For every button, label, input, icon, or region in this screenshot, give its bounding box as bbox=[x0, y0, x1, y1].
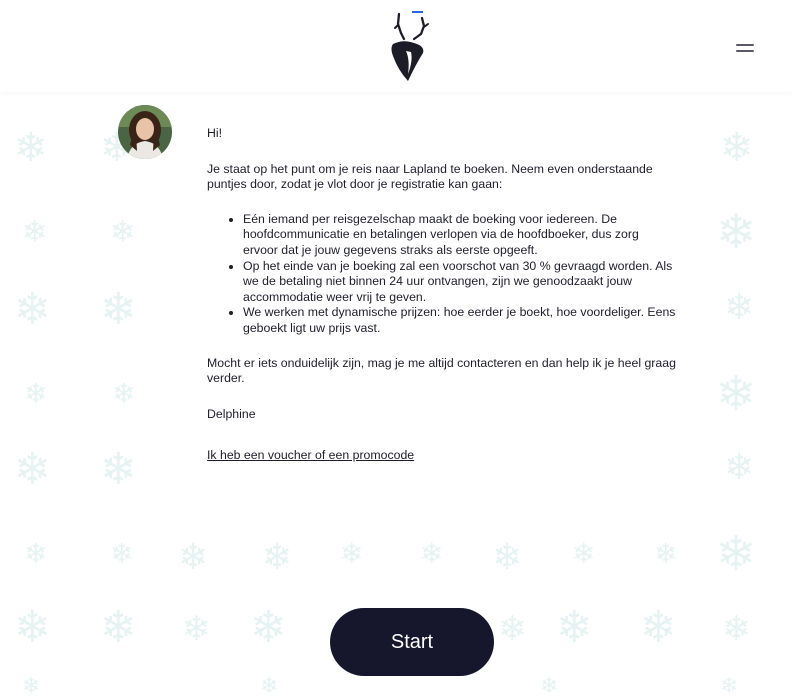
site-header bbox=[0, 0, 792, 92]
deer-logo-icon bbox=[391, 11, 429, 81]
deer-antler-logo[interactable] bbox=[382, 8, 430, 86]
voucher-promocode-link[interactable]: Ik heb een voucher of een promocode bbox=[207, 448, 414, 462]
booking-info-list: Eén iemand per reisgezelschap maakt de b… bbox=[207, 212, 677, 337]
welcome-message: Hi! Je staat op het punt om je reis naar… bbox=[207, 126, 677, 464]
start-button[interactable]: Start bbox=[330, 608, 494, 676]
list-item: Eén iemand per reisgezelschap maakt de b… bbox=[243, 212, 677, 259]
hamburger-menu-icon[interactable] bbox=[730, 38, 760, 58]
menu-line bbox=[736, 50, 754, 52]
list-item: Op het einde van je boeking zal een voor… bbox=[243, 259, 677, 306]
outro-text: Mocht er iets onduidelijk zijn, mag je m… bbox=[207, 355, 676, 386]
list-item: We werken met dynamische prijzen: hoe ee… bbox=[243, 305, 677, 336]
signature: Delphine bbox=[207, 406, 256, 421]
intro-text: Je staat op het punt om je reis naar Lap… bbox=[207, 161, 653, 192]
avatar bbox=[118, 105, 172, 159]
avatar-photo bbox=[118, 105, 172, 159]
greeting-text: Hi! bbox=[207, 126, 223, 140]
menu-line bbox=[736, 44, 754, 46]
booking-intro: Hi! Je staat op het punt om je reis naar… bbox=[0, 92, 792, 699]
